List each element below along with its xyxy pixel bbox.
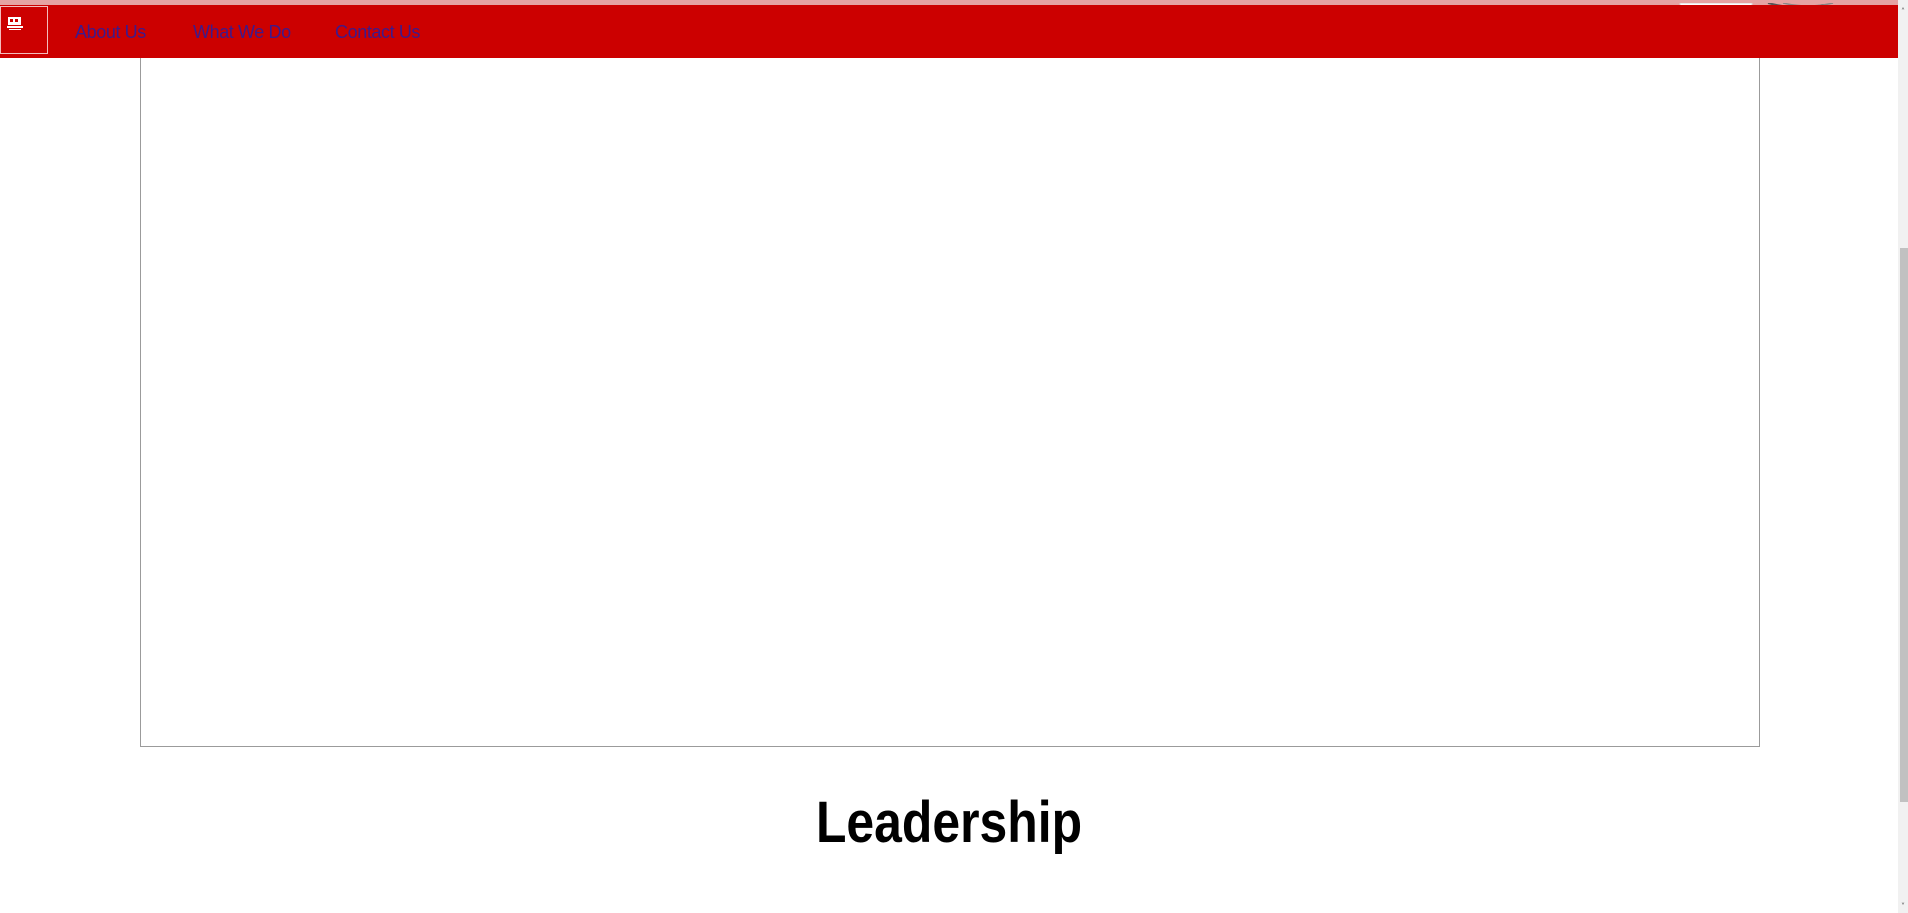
home-logo-link[interactable] (0, 6, 48, 54)
page: About Us What We Do Contact Us Leadershi… (0, 0, 1908, 913)
vertical-scrollbar[interactable]: ˄ ˅ (1898, 0, 1908, 913)
house-logo-icon (7, 17, 23, 30)
scroll-down-arrow-icon[interactable]: ˅ (1898, 901, 1908, 913)
top-navbar: About Us What We Do Contact Us (0, 5, 1898, 58)
nav-link-about-us[interactable]: About Us (75, 22, 146, 42)
nav-link-contact-us[interactable]: Contact Us (335, 22, 420, 42)
leadership-heading: Leadership (815, 790, 1083, 855)
content-frame (140, 58, 1760, 747)
scroll-up-arrow-icon[interactable]: ˄ (1898, 6, 1908, 18)
scroll-thumb[interactable] (1900, 248, 1908, 802)
nav-link-what-we-do[interactable]: What We Do (193, 22, 291, 42)
